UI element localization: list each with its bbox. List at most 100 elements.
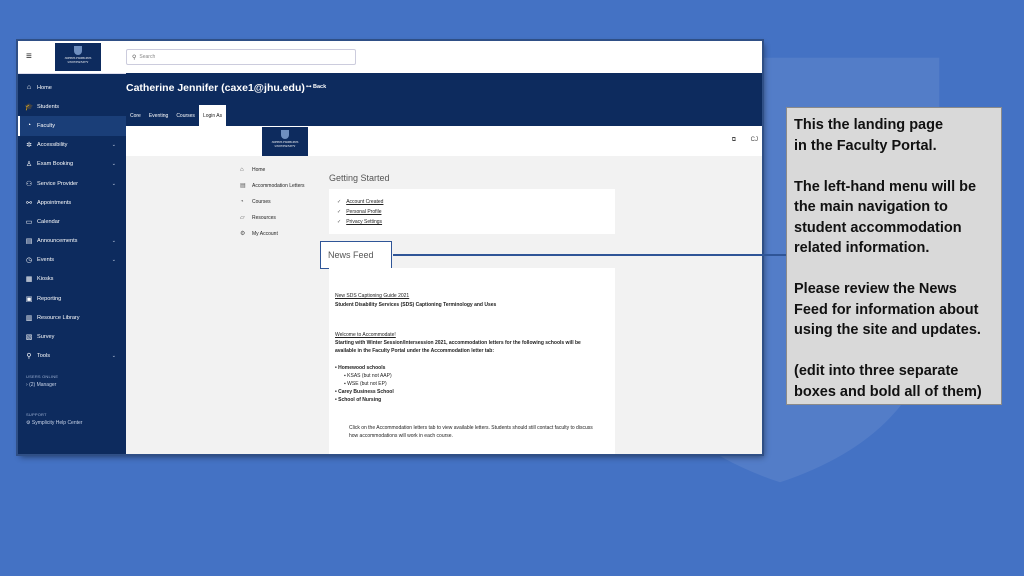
nav-icon: ▧ [25, 334, 33, 342]
school-item: • Homewood schools [335, 364, 394, 372]
sidebar-item-label: Kiosks [37, 276, 54, 283]
nav-icon: ▦ [25, 276, 33, 284]
welcome-link[interactable]: Welcome to Accommodate! [335, 331, 396, 339]
sidebar-item-label: Events [37, 257, 55, 264]
sidebar-item-label: Calendar [37, 218, 60, 225]
help-center-link[interactable]: ⚙ Symplicity Help Center [26, 420, 126, 426]
tab-core[interactable]: Core [126, 105, 145, 126]
search-input[interactable]: ⚲ Search [126, 49, 356, 65]
nav-icon: ⌂ [26, 84, 32, 92]
left-menu-my-account[interactable]: ⚙ My Account [240, 230, 318, 238]
menu-icon: ▱ [240, 215, 245, 221]
menu-label: Resources [252, 215, 276, 221]
sidebar-item-resource-library[interactable]: ▥ Resource Library [18, 308, 126, 327]
left-menu-resources[interactable]: ▱ Resources [240, 214, 318, 222]
sidebar-item-label: Survey [37, 334, 55, 341]
school-name: WSE (but not EP) [347, 381, 387, 387]
nav-icon: ⚇ [25, 180, 33, 188]
left-menu: ⌂ Home ▤ Accommodation Letters ◔ Courses ▱ Reso… [240, 166, 318, 246]
getting-started-link[interactable]: Privacy Settings [346, 219, 382, 225]
nav-icon: ▭ [25, 218, 33, 226]
callout-connector [393, 254, 786, 256]
content-header: JOHNS HOPKINS UNIVERSITY ⧉ CJ [126, 126, 762, 156]
menu-label: Accommodation Letters [252, 183, 305, 189]
sidebar-item-announcements[interactable]: ▤ Announcements ⌄ [18, 232, 126, 251]
nav-icon: ♙ [25, 161, 33, 169]
news-feed-box: New SDS Captioning Guide 2021 Student Di… [329, 268, 615, 454]
sidebar-item-faculty[interactable]: ◔ Faculty [18, 116, 126, 136]
sidebar: ≡ JOHNS HOPKINS UNIVERSITY ⌂ Home 🎓 Student… [18, 41, 126, 454]
nav-icon: ◔ [26, 122, 32, 130]
annotation-callout: This the landing page in the Faculty Por… [786, 107, 1002, 405]
back-icon: ⊶ [306, 84, 312, 90]
nav-icon: ✲ [26, 142, 32, 150]
guide-link[interactable]: New SDS Captioning Guide 2021 [335, 292, 409, 300]
sidebar-item-students[interactable]: 🎓 Students [18, 97, 126, 116]
tab-eventing[interactable]: Eventing [145, 105, 172, 126]
sidebar-item-label: Announcements [37, 238, 78, 245]
search-icon: ⚲ [132, 54, 137, 61]
left-menu-home[interactable]: ⌂ Home [240, 166, 318, 174]
sidebar-item-appointments[interactable]: ⚯ Appointments [18, 193, 126, 212]
tab-courses[interactable]: Courses [172, 105, 199, 126]
sidebar-item-label: Home [37, 84, 52, 91]
sidebar-item-home[interactable]: ⌂ Home [18, 78, 126, 97]
sidebar-item-label: Exam Booking [37, 161, 74, 168]
school-name: Homewood schools [338, 365, 386, 371]
tab-login-as[interactable]: Login As [198, 105, 227, 126]
user-banner: Catherine Jennifer (caxe1@jhu.edu) ⊶ Bac… [126, 73, 762, 126]
menu-icon: ▤ [240, 183, 246, 189]
banner-tabs: Core Eventing Courses Login As [126, 105, 227, 126]
callout-text-4: (edit into three separate boxes and bold… [794, 363, 982, 400]
avatar[interactable]: CJ [751, 137, 758, 143]
left-menu-courses[interactable]: ◔ Courses [240, 198, 318, 206]
sidebar-item-survey[interactable]: ▧ Survey [18, 327, 126, 346]
sidebar-item-label: Accessibility [37, 142, 68, 149]
back-button[interactable]: ⊶ Back [306, 84, 326, 90]
getting-started-item: ✓ Account Created [337, 198, 615, 206]
sidebar-item-events[interactable]: ◷ Events ⌄ [18, 251, 126, 270]
chevron-down-icon: ⌄ [111, 142, 116, 149]
check-icon: ✓ [337, 209, 342, 215]
sidebar-item-calendar[interactable]: ▭ Calendar [18, 212, 126, 231]
sidebar-item-reporting[interactable]: ▣ Reporting [18, 289, 126, 308]
sidebar-item-service-provider[interactable]: ⚇ Service Provider ⌄ [18, 174, 126, 193]
jhu-logo: JOHNS HOPKINS UNIVERSITY [262, 127, 308, 156]
users-online-item[interactable]: › (2) Manager [26, 382, 126, 388]
menu-icon: ⌂ [240, 167, 244, 173]
sidebar-item-label: Service Provider [37, 180, 79, 187]
hamburger-icon[interactable]: ≡ [26, 51, 32, 62]
callout-text-1: This the landing page in the Faculty Por… [794, 117, 944, 154]
welcome-text: Starting with Winter Session/Intersessio… [335, 340, 581, 354]
nav-icon: ◷ [25, 257, 33, 265]
chevron-down-icon: ⌄ [111, 180, 116, 187]
sidebar-item-tools[interactable]: ⚲ Tools ⌄ [18, 347, 126, 366]
sidebar-item-label: Appointments [37, 199, 72, 206]
faculty-portal-screenshot: ≡ JOHNS HOPKINS UNIVERSITY ⌂ Home 🎓 Student… [18, 41, 762, 454]
sidebar-nav: ⌂ Home 🎓 Students ◔ Faculty ✲ Accessibility ⌄ ♙ Ex… [18, 74, 126, 366]
guide-title: Student Disability Services (SDS) Captio… [335, 302, 497, 308]
sidebar-item-accessibility[interactable]: ✲ Accessibility ⌄ [18, 136, 126, 155]
chevron-down-icon: ⌄ [111, 353, 116, 360]
left-menu-accommodation-letters[interactable]: ▤ Accommodation Letters [240, 182, 318, 190]
callout-text-3: Please review the News Feed for informat… [794, 281, 981, 338]
getting-started-link[interactable]: Account Created [346, 199, 383, 205]
sidebar-item-exam-booking[interactable]: ♙ Exam Booking ⌄ [18, 155, 126, 174]
menu-label: My Account [252, 231, 278, 237]
menu-label: Home [252, 167, 266, 173]
school-item: ▪ KSAS (but not AAP) [335, 372, 394, 380]
sidebar-item-kiosks[interactable]: ▦ Kiosks [18, 270, 126, 289]
getting-started-link[interactable]: Personal Profile [346, 209, 381, 215]
shield-icon [281, 130, 289, 139]
sidebar-item-label: Resource Library [37, 314, 80, 321]
menu-icon: ◔ [240, 199, 244, 205]
nav-icon: ▣ [25, 295, 33, 303]
top-bar: ⚲ Search [126, 41, 762, 74]
getting-started-item: ✓ Privacy Settings [337, 218, 615, 226]
shield-icon [74, 46, 82, 55]
sidebar-item-label: Faculty [37, 122, 56, 129]
users-online-label: USERS ONLINE [26, 373, 59, 379]
sidebar-item-label: Reporting [37, 295, 62, 302]
news-feed-title: News Feed [320, 241, 392, 269]
external-link-icon[interactable]: ⧉ [732, 137, 736, 144]
